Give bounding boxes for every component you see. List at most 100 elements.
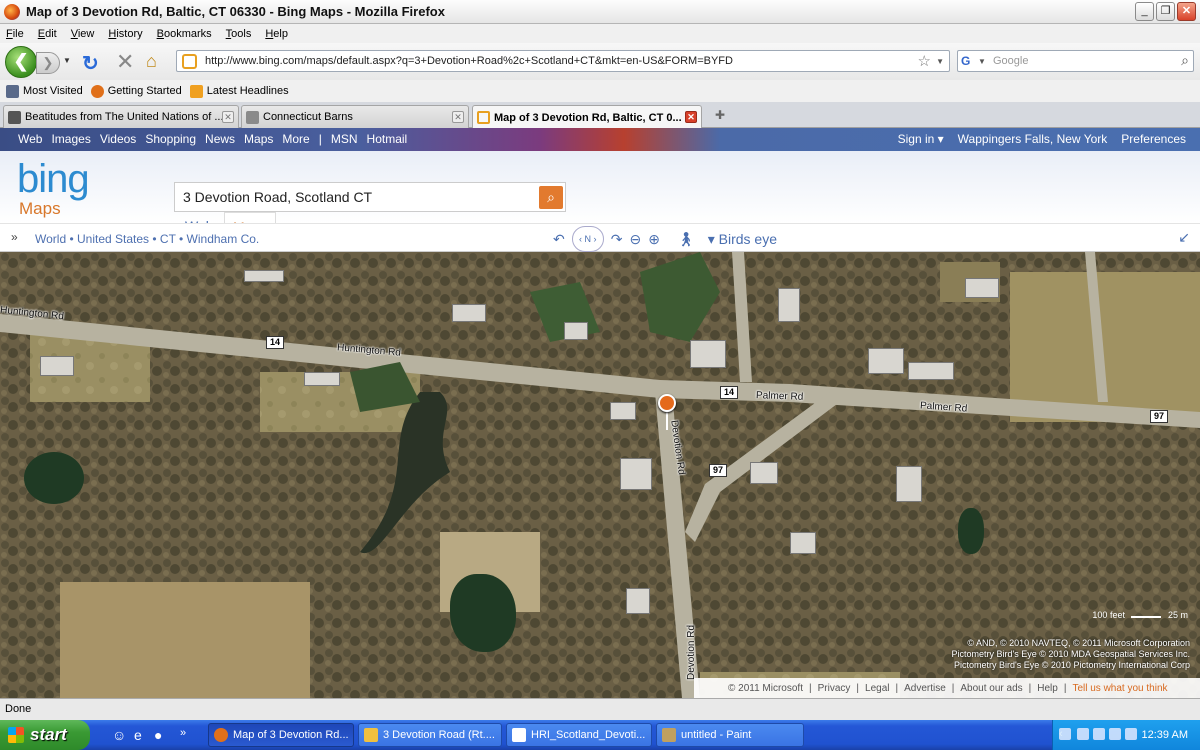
tab-label: Map of 3 Devotion Rd, Baltic, CT 0... xyxy=(494,111,682,124)
privacy-link[interactable]: Privacy xyxy=(818,683,851,694)
url-text[interactable]: http://www.bing.com/maps/default.aspx?q=… xyxy=(205,55,733,67)
quicklaunch-more-icon[interactable]: » xyxy=(180,727,186,739)
about-ads-link[interactable]: About our ads xyxy=(960,683,1022,694)
window-titlebar[interactable]: Map of 3 Devotion Rd, Baltic, CT 06330 -… xyxy=(0,0,1200,24)
quicklaunch-icon[interactable]: ☺ xyxy=(112,727,126,743)
url-bar[interactable]: http://www.bing.com/maps/default.aspx?q=… xyxy=(176,50,950,72)
tray-chevron-icon[interactable]: ‹ xyxy=(1059,728,1071,740)
map-canvas[interactable]: Huntington Rd Huntington Rd Palmer Rd Pa… xyxy=(0,252,1200,698)
ie-icon[interactable]: e xyxy=(134,727,142,743)
engine-dropdown-icon[interactable]: ▼ xyxy=(978,57,986,66)
separator: | xyxy=(856,682,860,694)
search-query[interactable]: 3 Devotion Road, Scotland CT xyxy=(183,189,372,205)
tab-beatitudes[interactable]: Beatitudes from The United Nations of ..… xyxy=(3,105,239,128)
scale-meters: 25 m xyxy=(1167,610,1188,620)
tray-icon[interactable] xyxy=(1077,728,1089,740)
menu-edit[interactable]: Edit xyxy=(38,28,57,40)
location-link[interactable]: Wappingers Falls, New York xyxy=(958,132,1108,146)
map-toolbar: » World • United States • CT • Windham C… xyxy=(0,223,1200,252)
bing-favicon-icon xyxy=(477,111,490,124)
history-dropdown-icon[interactable]: ▼ xyxy=(63,56,71,65)
pond-right xyxy=(958,508,984,554)
map-footer: © 2011 Microsoft | Privacy | Legal | Adv… xyxy=(694,678,1200,698)
nav-hotmail[interactable]: Hotmail xyxy=(367,132,408,146)
search-go-icon[interactable]: ⌕ xyxy=(539,186,563,209)
sign-in-link[interactable]: Sign in ▾ xyxy=(898,132,944,146)
back-button[interactable]: ❮ xyxy=(5,46,37,78)
new-tab-button[interactable]: ✚ xyxy=(705,105,735,125)
view-mode-dropdown[interactable]: ▾ Birds eye xyxy=(708,231,777,248)
reload-icon[interactable]: ↻ xyxy=(82,51,99,76)
bing-maps-label: Maps xyxy=(19,199,61,218)
bing-favicon-icon xyxy=(182,53,197,69)
nav-shopping[interactable]: Shopping xyxy=(145,132,196,146)
nav-maps[interactable]: Maps xyxy=(244,132,273,146)
start-label: start xyxy=(30,725,67,744)
menu-view[interactable]: View xyxy=(71,28,95,40)
url-dropdown-icon[interactable]: ▼ xyxy=(936,57,944,66)
close-button[interactable]: ✕ xyxy=(1177,2,1196,21)
advertise-link[interactable]: Advertise xyxy=(904,683,946,694)
legal-link[interactable]: Legal xyxy=(865,683,889,694)
bing-logo[interactable]: bing xyxy=(17,159,90,199)
nav-more[interactable]: More xyxy=(282,132,309,146)
feedback-link[interactable]: Tell us what you think xyxy=(1072,683,1167,694)
task-firefox[interactable]: Map of 3 Devotion Rd... xyxy=(208,723,354,747)
nav-videos[interactable]: Videos xyxy=(100,132,136,146)
stop-icon[interactable]: ✕ xyxy=(116,49,134,75)
preferences-link[interactable]: Preferences xyxy=(1121,132,1186,146)
bookmark-latest-headlines[interactable]: Latest Headlines xyxy=(189,84,289,98)
minimize-button[interactable]: _ xyxy=(1135,2,1154,21)
window-title: Map of 3 Devotion Rd, Baltic, CT 06330 -… xyxy=(26,4,445,19)
folder-icon xyxy=(364,728,378,742)
streetside-person-icon[interactable]: 🚶︎ xyxy=(677,231,695,248)
volume-icon[interactable] xyxy=(1109,728,1121,740)
nav-images[interactable]: Images xyxy=(51,132,90,146)
tab-label: Connecticut Barns xyxy=(263,111,353,123)
zoom-out-icon[interactable]: ⊖ xyxy=(629,231,641,248)
maximize-button[interactable]: ❐ xyxy=(1156,2,1175,21)
tab-close-icon[interactable]: ✕ xyxy=(685,111,697,123)
menu-file[interactable]: File xyxy=(6,28,24,40)
compass-icon[interactable]: ‹ N › xyxy=(571,226,604,252)
start-button[interactable]: start xyxy=(0,720,90,750)
forward-button[interactable]: ❯ xyxy=(36,52,60,74)
tab-close-icon[interactable]: ✕ xyxy=(222,111,234,123)
rotate-left-icon[interactable]: ↶ xyxy=(553,231,565,248)
help-link[interactable]: Help xyxy=(1037,683,1058,694)
search-magnifier-icon[interactable]: ⌕ xyxy=(1181,52,1189,69)
tab-bing-map[interactable]: Map of 3 Devotion Rd, Baltic, CT 0... ✕ xyxy=(472,105,702,129)
nav-msn[interactable]: MSN xyxy=(331,132,358,146)
tray-icon[interactable] xyxy=(1093,728,1105,740)
firefox-quicklaunch-icon[interactable]: ● xyxy=(154,727,162,743)
location-pin[interactable] xyxy=(658,394,676,412)
bookmark-star-icon[interactable]: ☆ xyxy=(918,52,931,70)
task-document[interactable]: HRI_Scotland_Devoti... xyxy=(506,723,652,747)
back-arrow-icon: ❮ xyxy=(13,51,29,71)
network-icon[interactable] xyxy=(1125,728,1137,740)
task-folder[interactable]: 3 Devotion Road (Rt.... xyxy=(358,723,502,747)
home-icon[interactable]: ⌂ xyxy=(146,51,157,72)
expand-panel-icon[interactable]: » xyxy=(11,230,18,244)
menu-history[interactable]: History xyxy=(108,28,142,40)
rotate-right-icon[interactable]: ↷ xyxy=(611,231,623,248)
task-paint[interactable]: untitled - Paint xyxy=(656,723,804,747)
menu-bookmarks[interactable]: Bookmarks xyxy=(157,28,212,40)
bookmark-most-visited[interactable]: Most Visited xyxy=(6,84,83,98)
bookmark-getting-started[interactable]: Getting Started xyxy=(90,84,182,98)
nav-news[interactable]: News xyxy=(205,132,235,146)
collapse-map-icon[interactable]: ↙ xyxy=(1178,229,1190,246)
most-visited-icon xyxy=(6,84,19,98)
nav-web[interactable]: Web xyxy=(18,132,42,146)
menu-help[interactable]: Help xyxy=(265,28,288,40)
zoom-in-icon[interactable]: ⊕ xyxy=(648,231,660,248)
search-placeholder[interactable]: Google xyxy=(993,55,1028,67)
tab-close-icon[interactable]: ✕ xyxy=(452,111,464,123)
clock[interactable]: 12:39 AM xyxy=(1142,729,1188,741)
google-engine-icon[interactable]: G xyxy=(961,54,975,68)
breadcrumb[interactable]: World • United States • CT • Windham Co. xyxy=(35,232,259,246)
search-bar[interactable]: G ▼ Google ⌕ xyxy=(957,50,1194,72)
menu-tools[interactable]: Tools xyxy=(226,28,252,40)
tab-connecticut-barns[interactable]: Connecticut Barns ✕ xyxy=(241,105,469,128)
bing-search-box[interactable]: 3 Devotion Road, Scotland CT ⌕ xyxy=(174,182,566,212)
